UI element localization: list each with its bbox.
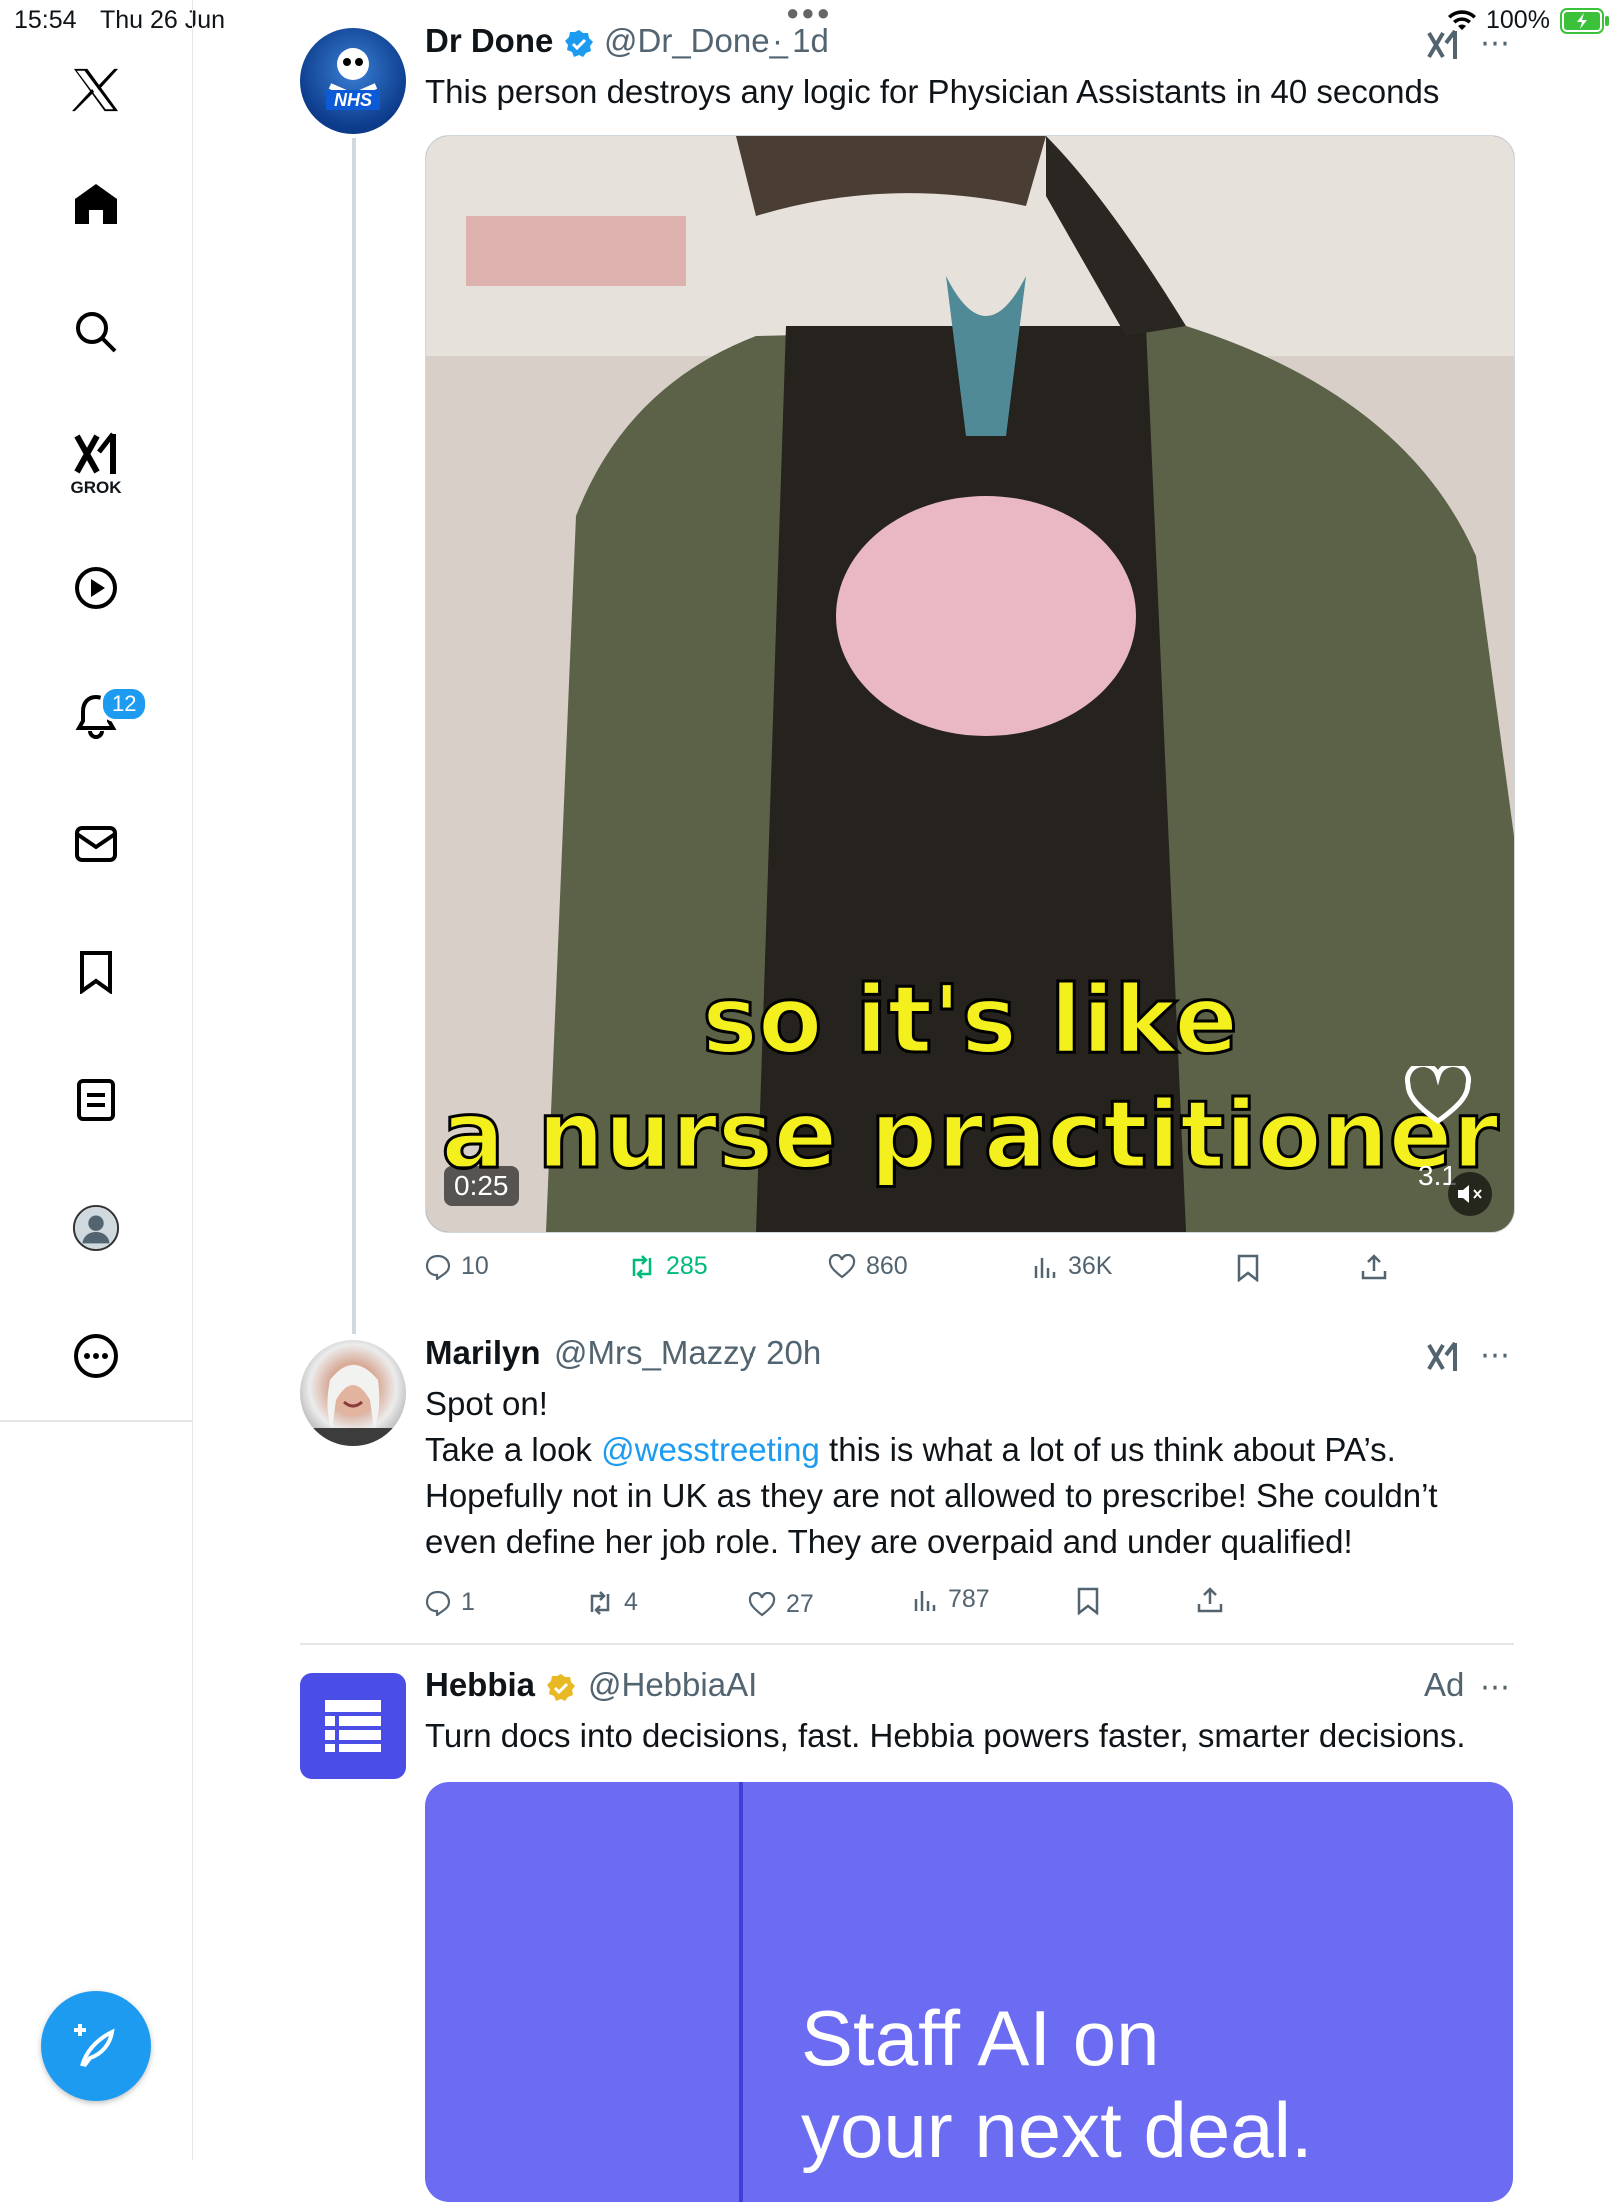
author-handle[interactable]: @Mrs_Mazzy (554, 1334, 756, 1372)
profile-icon[interactable] (72, 1204, 120, 1252)
views-button[interactable]: 787 (912, 1585, 990, 1614)
views-icon (914, 1590, 936, 1611)
views-count: 36K (1068, 1252, 1113, 1280)
sidebar-divider (0, 1420, 192, 1422)
ad-headline: Staff AI on your next deal. (801, 1992, 1313, 2176)
tweet-text-rest: Hopefully not in UK as they are not allo… (425, 1477, 1438, 1560)
video-duration: 0:25 (444, 1166, 519, 1206)
video-caption-line1: so it's like (700, 965, 1239, 1077)
tweet-text: Turn docs into decisions, fast. Hebbia p… (425, 1717, 1466, 1754)
wifi-icon (1448, 10, 1476, 30)
grok-icon[interactable] (1426, 30, 1460, 60)
messages-icon[interactable] (72, 820, 120, 868)
heart-overlay-icon (1404, 1066, 1472, 1125)
reply-button[interactable]: 10 (425, 1252, 489, 1281)
grok-icon[interactable] (1426, 1342, 1460, 1372)
reply-button[interactable]: 1 (425, 1588, 475, 1617)
tweet-video[interactable]: so it's like a nurse practitioner 0:25 3… (425, 135, 1515, 1233)
avatar[interactable] (300, 1673, 406, 1779)
bookmark-icon[interactable] (1236, 1254, 1260, 1282)
share-icon[interactable] (1196, 1586, 1224, 1614)
tweet-text-pre: Take a look (425, 1431, 602, 1468)
tweet-time[interactable]: · 1d (772, 22, 829, 60)
more-options-icon[interactable]: ⋯ (1480, 1670, 1510, 1705)
compose-button[interactable] (41, 1991, 151, 2101)
tweet-text: This person destroys any logic for Physi… (425, 73, 1440, 110)
like-icon (828, 1253, 856, 1278)
mention-link[interactable]: @wesstreeting (601, 1431, 820, 1468)
home-icon[interactable] (72, 180, 120, 228)
reply-count: 1 (461, 1588, 475, 1616)
grok-label: GROK (70, 478, 122, 497)
author-name[interactable]: Dr Done (425, 22, 553, 60)
video-icon[interactable] (72, 564, 120, 612)
more-icon[interactable] (72, 1332, 120, 1380)
repost-icon (590, 1590, 610, 1615)
bookmarks-icon[interactable] (72, 948, 120, 996)
search-icon[interactable] (72, 308, 120, 356)
share-icon[interactable] (1360, 1253, 1388, 1281)
like-icon (748, 1591, 776, 1616)
sidebar: GROK 12 (0, 0, 193, 2160)
tweet-text-post: this is what a lot of us think about PA’… (819, 1431, 1396, 1468)
reply-icon (425, 1590, 451, 1616)
like-count: 860 (866, 1252, 908, 1280)
author-name[interactable]: Hebbia (425, 1666, 535, 1704)
bookmark-icon[interactable] (1076, 1587, 1100, 1615)
avatar[interactable] (300, 1340, 406, 1446)
author-name[interactable]: Marilyn (425, 1334, 541, 1372)
repost-count: 285 (666, 1252, 708, 1280)
tweet-text-line1: Spot on! (425, 1385, 548, 1422)
video-caption-line2: a nurse practitioner (440, 1080, 1501, 1192)
author-handle[interactable]: @HebbiaAI (588, 1666, 757, 1704)
mute-icon (1458, 1185, 1482, 1203)
x-logo-icon[interactable] (72, 66, 120, 114)
like-button[interactable]: 860 (828, 1252, 908, 1281)
compose-icon (74, 2024, 115, 2068)
views-icon (1034, 1257, 1056, 1278)
ad-headline-line1: Staff AI on (801, 1994, 1160, 2082)
tweet-text: Spot on! Take a look @wesstreeting this … (425, 1381, 1515, 1565)
notification-badge: 12 (100, 686, 149, 722)
ad-divider (739, 1782, 743, 2202)
mute-button[interactable] (1448, 1172, 1492, 1216)
battery-icon (1560, 8, 1609, 34)
lists-icon[interactable] (72, 1076, 120, 1124)
like-button[interactable]: 27 (748, 1590, 814, 1619)
views-button[interactable]: 36K (1032, 1252, 1112, 1281)
ad-media[interactable]: Staff AI on your next deal. (425, 1782, 1513, 2202)
repost-count: 4 (624, 1588, 638, 1616)
more-options-icon[interactable]: ⋯ (1480, 1338, 1510, 1373)
reply-icon (425, 1254, 451, 1280)
like-count: 27 (786, 1590, 814, 1618)
tweet-divider (300, 1643, 1514, 1645)
views-count: 787 (948, 1585, 990, 1613)
more-options-icon[interactable]: ⋯ (1480, 26, 1510, 61)
author-handle[interactable]: @Dr_Done_ (604, 22, 788, 60)
svg-text:NHS: NHS (334, 90, 372, 110)
hebbia-logo-icon (325, 1700, 381, 1752)
thread-connector (352, 138, 356, 1334)
verified-gold-badge-icon (547, 1674, 575, 1701)
verified-badge-icon (565, 30, 593, 57)
reply-count: 10 (461, 1252, 489, 1280)
tweet-time[interactable]: · 20h (746, 1334, 821, 1372)
ad-headline-line2: your next deal. (801, 2086, 1313, 2174)
avatar[interactable]: NHS (300, 28, 406, 134)
grok-icon[interactable]: GROK (70, 430, 122, 500)
ad-label: Ad (1424, 1666, 1465, 1703)
tweet-text-line2: Take a look @wesstreeting this is what a… (425, 1427, 1515, 1473)
repost-button[interactable]: 4 (586, 1588, 638, 1617)
repost-button[interactable]: 285 (628, 1252, 708, 1281)
repost-icon (632, 1254, 652, 1279)
